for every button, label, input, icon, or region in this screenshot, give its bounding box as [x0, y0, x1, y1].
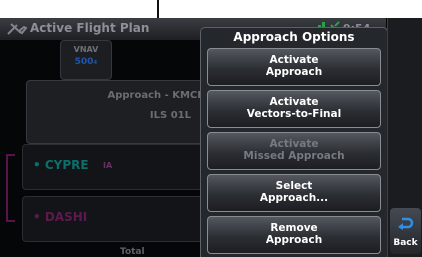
back-label: Back	[393, 238, 418, 248]
back-arrow-icon	[398, 217, 414, 230]
panel-title: Approach Options	[233, 30, 355, 44]
waypoint-name: • CYPRE	[33, 158, 89, 172]
vnav-tile[interactable]: VNAV 500₄	[60, 40, 112, 80]
select-approach-button[interactable]: Select Approach...	[207, 174, 381, 212]
page-title: Active Flight Plan	[30, 21, 150, 35]
leg-bracket	[6, 154, 15, 222]
total-label: Total	[120, 247, 145, 257]
button-label: Activate Vectors-to-Final	[246, 96, 342, 120]
remove-approach-button[interactable]: Remove Approach	[207, 216, 381, 254]
button-label: Select Approach...	[259, 180, 329, 204]
approach-label: Approach - KMCI	[107, 90, 201, 101]
waypoint-name: • DASHI	[33, 210, 88, 224]
activate-approach-button[interactable]: Activate Approach	[207, 48, 381, 86]
plane-icon	[7, 23, 28, 35]
approach-options-panel: Approach Options Activate Approach Activa…	[200, 27, 388, 257]
approach-header-row[interactable]: Approach - KMCI ILS 01L	[26, 80, 206, 144]
button-label: Activate Missed Approach	[243, 138, 345, 162]
waypoint-row[interactable]: • CYPRE IA	[22, 144, 206, 190]
approach-procedure: ILS 01L	[149, 110, 191, 121]
vnav-value: 500₄	[74, 57, 98, 67]
right-key-rail: Back	[387, 18, 422, 257]
vnav-label: VNAV	[73, 45, 99, 54]
activate-missed-approach-button: Activate Missed Approach	[207, 132, 381, 170]
button-label: Remove Approach	[265, 222, 323, 246]
button-label: Activate Approach	[265, 54, 323, 78]
waypoint-row[interactable]: • DASHI	[22, 196, 206, 242]
gtn-screen: Active Flight Plan 9:54₄ VNAV 500₄ Appro…	[0, 18, 422, 257]
waypoint-tag: IA	[103, 161, 113, 170]
activate-vectors-to-final-button[interactable]: Activate Vectors-to-Final	[207, 90, 381, 128]
back-button[interactable]: Back	[390, 208, 421, 254]
